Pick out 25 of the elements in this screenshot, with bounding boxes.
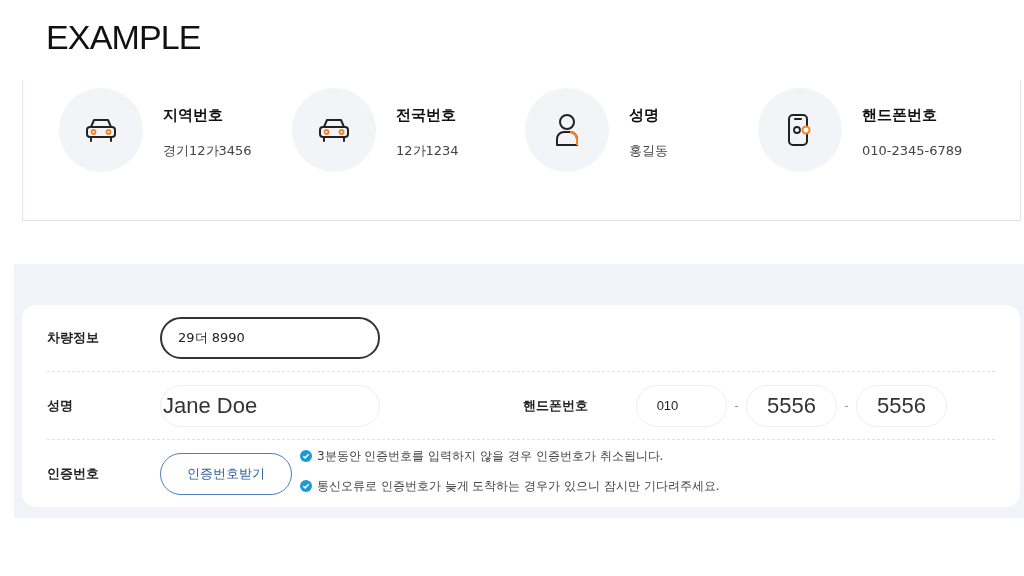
summary-label: 지역번호 — [163, 105, 224, 126]
page-title: EXAMPLE — [46, 17, 202, 57]
summary-label: 핸드폰번호 — [862, 105, 938, 126]
notice-text: 3분동안 인증번호를 입력하지 않을 경우 인증번호가 취소됩니다. — [317, 447, 664, 465]
summary-value: 경기12가3456 — [163, 141, 252, 160]
request-code-button[interactable]: 인증번호받기 — [160, 452, 292, 495]
notice-text: 통신오류로 인증번호가 늦게 도착하는 경우가 있으니 잠시만 기다려주세요. — [317, 477, 720, 495]
summary-value: 010-2345-6789 — [862, 141, 963, 160]
separator: - — [733, 397, 740, 415]
person-icon — [555, 113, 579, 147]
car-icon — [317, 117, 351, 143]
check-icon — [300, 479, 312, 492]
field-label: 핸드폰번호 — [523, 396, 589, 415]
field-label: 인증번호 — [47, 464, 100, 483]
check-icon — [300, 449, 312, 462]
summary-value: 홍길동 — [629, 141, 668, 160]
vehicle-input[interactable]: 29더 8990 — [160, 317, 380, 359]
field-label: 차량정보 — [47, 329, 100, 348]
phone-icon — [787, 113, 813, 147]
field-label: 성명 — [47, 396, 74, 415]
summary-value: 12가1234 — [396, 141, 459, 160]
summary-label: 전국번호 — [396, 105, 457, 126]
car-icon — [84, 117, 118, 143]
summary-label: 성명 — [629, 105, 660, 126]
separator: - — [843, 397, 850, 415]
